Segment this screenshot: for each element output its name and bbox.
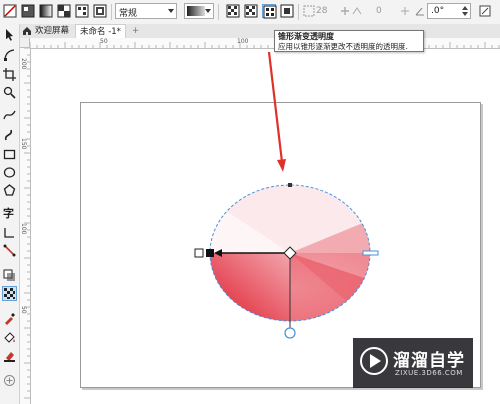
merge-mode-dropdown[interactable]: 常规 [115,3,177,19]
chevron-down-icon [168,9,174,13]
transparency-picker[interactable] [184,3,214,19]
transparency-texture-icon[interactable] [93,4,107,18]
offset-value: 0 [376,6,382,16]
angle-icon [302,4,316,18]
rectangle-icon[interactable] [3,148,16,161]
tab-welcome[interactable]: 欢迎屏幕 [35,24,69,38]
offset-icon [350,4,364,18]
ruler-label: 50 [100,38,108,45]
watermark-url: ZIXUE.3D66.COM [395,369,463,377]
svg-text:字: 字 [3,206,14,219]
horizontal-ruler[interactable]: 50 100 150 [30,38,500,49]
artistic-media-icon[interactable] [3,128,16,141]
chevron-down-icon [205,9,211,13]
offset-adjust-icon[interactable] [398,4,412,18]
angle-value: 28 [316,6,328,16]
eyedropper-icon[interactable] [3,312,16,325]
home-icon[interactable] [22,24,32,38]
rotation-icon [413,4,427,18]
freehand-icon[interactable] [3,108,16,121]
watermark-brand: 溜溜自学 [393,351,465,371]
watermark: 溜溜自学 ZIXUE.3D66.COM [353,338,473,388]
polygon-icon[interactable] [3,184,16,197]
connector-icon[interactable] [3,244,16,257]
ruler-label: 100 [237,38,249,45]
top-node-handle[interactable] [288,183,292,187]
tooltip-description: 应用以锥形逐渐更改不透明度的透明度. [278,42,408,51]
angle-spinner[interactable]: 28 [316,3,338,19]
crop-icon[interactable] [3,68,16,81]
zoom-icon[interactable] [3,86,16,99]
transparency-pattern-icon[interactable] [75,4,89,18]
rotation-value: .0° [431,6,445,16]
transparency-uniform-icon[interactable] [21,4,35,18]
add-icon[interactable] [3,374,16,387]
offset-spinner[interactable]: 0 [374,3,398,19]
gradient-swatch-icon [187,6,205,16]
transparency-none-icon[interactable] [3,4,17,18]
ruler-origin[interactable] [20,38,30,48]
fountain-rectangular-icon[interactable] [280,4,294,18]
transparency-fountain-icon[interactable] [57,4,71,18]
shadow-icon[interactable] [3,269,16,282]
pick-icon[interactable] [3,28,16,41]
text-icon[interactable]: 字 [3,206,16,219]
play-logo-icon [360,347,388,375]
transparency-node-box[interactable] [194,248,204,258]
ruler-label: 50 [20,306,27,314]
ruler-label: 100 [20,223,27,235]
transparency-start-node[interactable] [206,249,214,257]
document-tab-bar: 欢迎屏幕 未命名 -1* + [20,24,500,39]
transparency-end-handle[interactable] [284,327,296,339]
fill-icon[interactable] [3,331,16,344]
free-scale-icon[interactable] [478,4,492,18]
fountain-elliptical-icon[interactable] [244,4,258,18]
rotation-field[interactable]: .0° [427,3,471,19]
fountain-conical-icon[interactable] [262,4,277,19]
spinner-arrows-icon[interactable] [462,5,468,17]
tooltip-title: 锥形渐变透明度 [278,32,334,41]
transparency-tool-icon[interactable] [2,286,17,301]
toolbox: 字 [0,24,20,404]
transparency-linear-icon[interactable] [39,4,53,18]
fountain-linear-icon[interactable] [226,4,240,18]
property-bar: 常规 28 0 .0° [0,0,500,25]
add-tab-button[interactable]: + [132,24,139,38]
ellipse-icon[interactable] [3,166,16,179]
right-handle[interactable] [362,250,379,256]
shape-icon[interactable] [3,48,16,61]
tab-document[interactable]: 未命名 -1* [75,24,126,38]
ruler-label: 200 [20,58,27,70]
tooltip: 锥形渐变透明度 应用以锥形逐渐更改不透明度的透明度. [274,30,424,52]
smart-fill-icon[interactable] [3,349,16,362]
ruler-label: 150 [20,138,27,150]
vertical-ruler[interactable]: 200 150 100 50 [20,48,31,404]
merge-mode-value: 常规 [119,9,138,19]
dimension-icon[interactable] [3,226,16,239]
